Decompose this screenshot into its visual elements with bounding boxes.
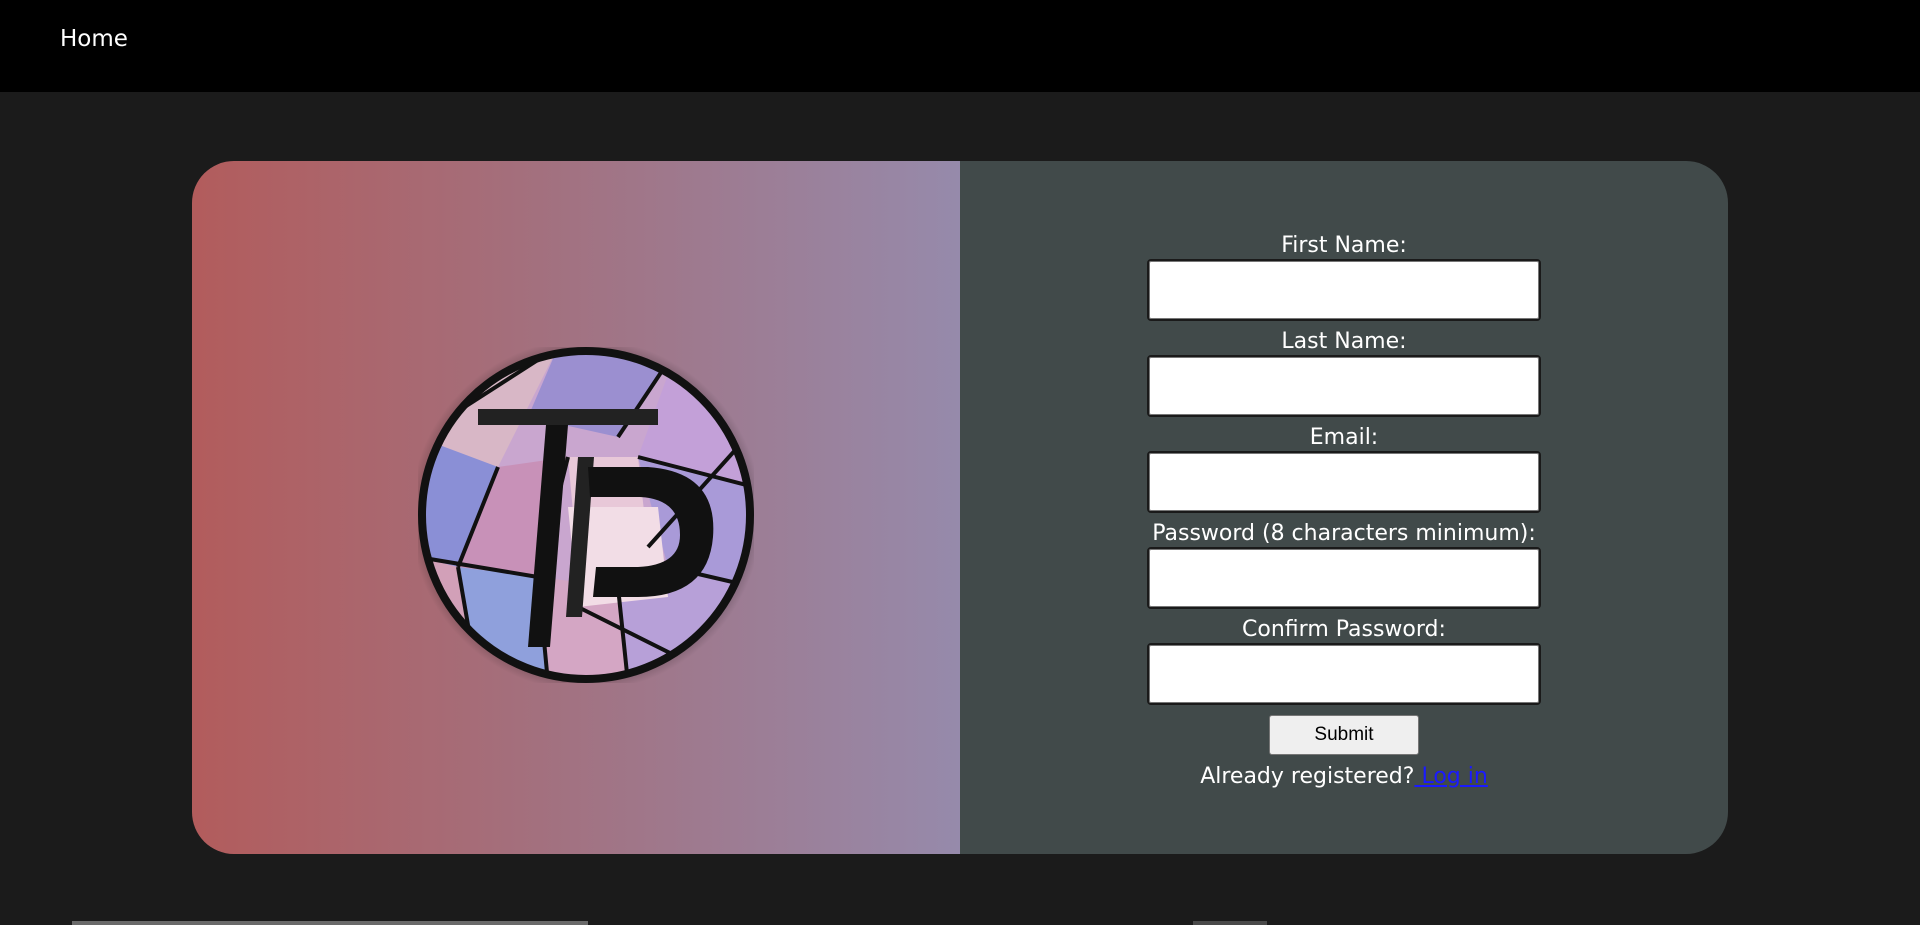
- top-nav-bar: Home: [0, 0, 1920, 92]
- tp-logo-icon: [418, 347, 754, 683]
- last-name-label: Last Name:: [1281, 329, 1407, 354]
- password-label: Password (8 characters minimum):: [1152, 521, 1536, 546]
- email-label: Email:: [1309, 425, 1379, 450]
- confirm-password-input[interactable]: [1147, 643, 1541, 705]
- first-name-label: First Name:: [1281, 233, 1407, 258]
- registration-form: First Name: Last Name: Email: Password (…: [960, 233, 1728, 791]
- email-input[interactable]: [1147, 451, 1541, 513]
- brand-panel: [192, 161, 960, 854]
- password-input[interactable]: [1147, 547, 1541, 609]
- submit-button[interactable]: Submit: [1269, 715, 1419, 755]
- registration-panel: First Name: Last Name: Email: Password (…: [960, 161, 1728, 854]
- last-name-input[interactable]: [1147, 355, 1541, 417]
- login-prompt-line: Already registered? Log in: [1200, 763, 1488, 791]
- scrollbar-segment: [1193, 921, 1267, 925]
- horizontal-scrollbar-thumb[interactable]: [72, 921, 588, 925]
- nav-home-link[interactable]: Home: [60, 26, 128, 52]
- first-name-input[interactable]: [1147, 259, 1541, 321]
- register-card: First Name: Last Name: Email: Password (…: [192, 161, 1728, 854]
- login-prompt-text: Already registered?: [1200, 764, 1415, 789]
- confirm-password-label: Confirm Password:: [1242, 617, 1446, 642]
- login-link[interactable]: Log in: [1414, 764, 1487, 789]
